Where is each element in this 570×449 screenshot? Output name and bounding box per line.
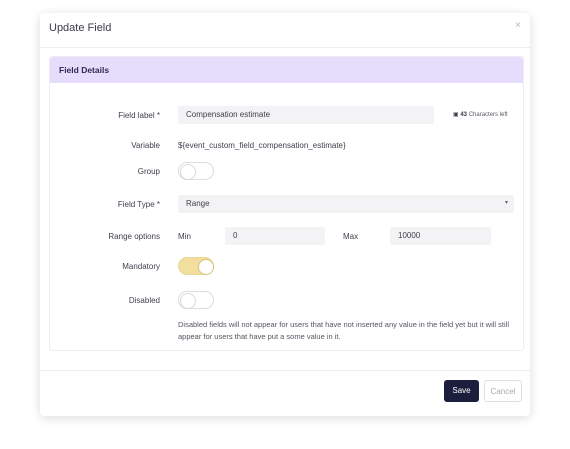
field-label-input[interactable]: Compensation estimate [178, 106, 434, 124]
field-type-select[interactable]: Range [178, 195, 514, 213]
range-options-label: Range options [108, 232, 160, 241]
disabled-hint-text: Disabled fields will not appear for user… [178, 320, 510, 341]
counter-text: Characters left [468, 112, 508, 118]
footer-divider [40, 370, 530, 371]
field-label-label: Field label * [118, 111, 160, 120]
close-icon[interactable]: × [515, 20, 521, 31]
toggle-knob [180, 164, 196, 180]
modal-title: Update Field [49, 22, 112, 34]
variable-label: Variable [131, 141, 160, 150]
characters-left-counter: ▣ 43 Characters left [453, 111, 508, 118]
counter-icon: ▣ [453, 112, 459, 118]
save-button[interactable]: Save [444, 380, 479, 402]
disabled-label: Disabled [128, 296, 160, 305]
group-toggle[interactable] [178, 162, 214, 180]
disabled-toggle[interactable] [178, 291, 214, 309]
field-details-section: Field Details Field label * Compensation… [49, 56, 524, 351]
group-label: Group [137, 167, 160, 176]
min-input[interactable]: 0 [225, 227, 325, 245]
field-type-label: Field Type * [117, 200, 160, 209]
update-field-modal: Update Field × Field Details Field label… [40, 13, 530, 416]
section-title: Field Details [59, 65, 110, 75]
max-label: Max [343, 232, 359, 241]
toggle-knob [198, 259, 214, 275]
modal-header: Update Field × [40, 13, 530, 48]
variable-value: ${event_custom_field_compensation_estima… [178, 141, 346, 150]
cancel-button[interactable]: Cancel [484, 380, 522, 402]
mandatory-label: Mandatory [122, 262, 160, 271]
counter-value: 43 [460, 112, 468, 118]
chevron-down-icon: ▾ [505, 200, 509, 206]
section-header: Field Details [50, 57, 523, 83]
max-input[interactable]: 10000 [390, 227, 491, 245]
mandatory-toggle[interactable] [178, 257, 214, 275]
toggle-knob [180, 293, 196, 309]
min-label: Min [178, 232, 191, 241]
